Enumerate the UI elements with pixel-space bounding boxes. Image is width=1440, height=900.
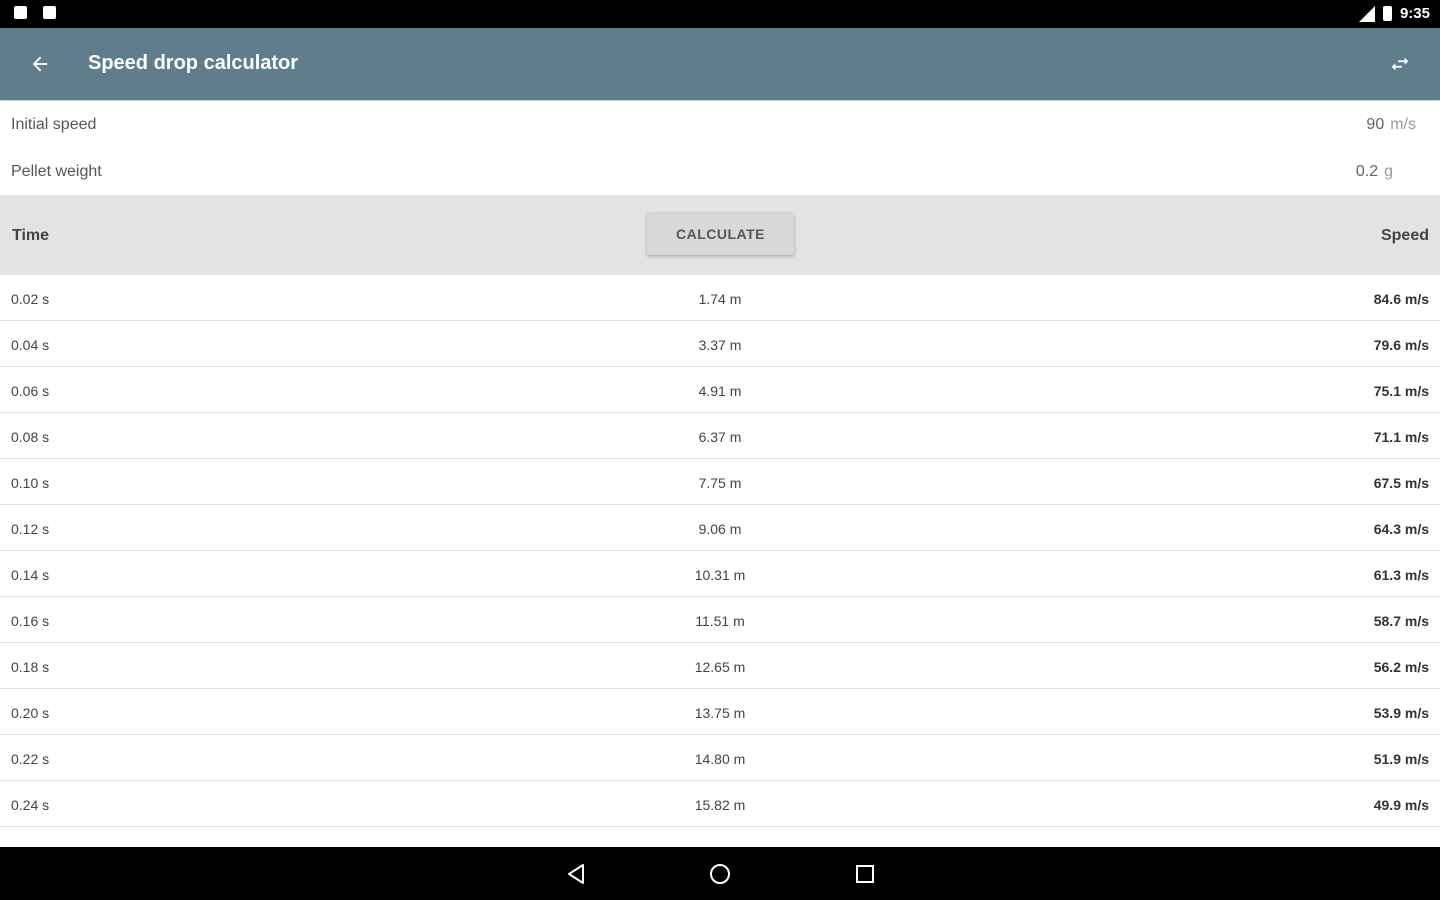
swap-units-button[interactable] <box>1380 44 1420 84</box>
initial-speed-label: Initial speed <box>11 116 97 133</box>
speed-cell: 75.1 m/s <box>1373 383 1429 399</box>
table-row: 0.18 s 12.65 m 56.2 m/s <box>0 643 1440 689</box>
notification-icon <box>14 6 27 19</box>
table-row: 0.12 s 9.06 m 64.3 m/s <box>0 505 1440 551</box>
speed-cell: 61.3 m/s <box>1373 567 1429 583</box>
pellet-weight-label: Pellet weight <box>11 163 102 180</box>
time-cell: 0.20 s <box>11 705 50 721</box>
column-header-speed: Speed <box>1380 227 1429 244</box>
drop-cell: 14.80 m <box>694 751 746 767</box>
swap-horiz-icon <box>1391 57 1409 71</box>
nav-recents-button[interactable] <box>848 857 882 891</box>
status-bar: 9:35 <box>0 0 1440 28</box>
column-header-time: Time <box>12 227 50 244</box>
triangle-back-icon <box>568 864 584 884</box>
results-list[interactable]: 0.02 s 1.74 m 84.6 m/s 0.04 s 3.37 m 79.… <box>0 275 1440 847</box>
table-row: 0.16 s 11.51 m 58.7 m/s <box>0 597 1440 643</box>
initial-speed-field[interactable]: 90 m/s <box>1366 116 1416 134</box>
status-time: 9:35 <box>1399 5 1430 22</box>
speed-cell: 84.6 m/s <box>1373 291 1429 307</box>
time-cell: 0.14 s <box>11 567 50 583</box>
pellet-weight-value: 0.2 <box>1355 163 1379 180</box>
table-row: 0.04 s 3.37 m 79.6 m/s <box>0 321 1440 367</box>
speed-cell: 51.9 m/s <box>1373 751 1429 767</box>
time-cell: 0.12 s <box>11 521 50 537</box>
time-cell: 0.16 s <box>11 613 50 629</box>
speed-cell: 79.6 m/s <box>1373 337 1429 353</box>
battery-icon <box>1382 6 1392 21</box>
status-right: 9:35 <box>1358 5 1430 22</box>
drop-cell: 9.06 m <box>698 521 742 537</box>
speed-cell: 71.1 m/s <box>1373 429 1429 445</box>
drop-cell: 13.75 m <box>694 705 746 721</box>
notification-icon <box>43 6 56 19</box>
time-cell: 0.02 s <box>11 291 50 307</box>
circle-home-icon <box>710 864 730 884</box>
initial-speed-unit: m/s <box>1390 116 1416 133</box>
initial-speed-value: 90 <box>1366 116 1385 133</box>
time-cell: 0.22 s <box>11 751 50 767</box>
nav-back-button[interactable] <box>559 857 593 891</box>
pellet-weight-field[interactable]: 0.2 g <box>1356 163 1393 181</box>
speed-cell: 53.9 m/s <box>1373 705 1429 721</box>
speed-cell: 58.7 m/s <box>1373 613 1429 629</box>
drop-cell: 12.65 m <box>694 659 746 675</box>
drop-cell: 7.75 m <box>698 475 742 491</box>
drop-cell: 11.51 m <box>695 613 745 629</box>
drop-cell: 4.91 m <box>698 383 742 399</box>
time-cell: 0.10 s <box>11 475 50 491</box>
table-row: 0.22 s 14.80 m 51.9 m/s <box>0 735 1440 781</box>
table-row: 0.02 s 1.74 m 84.6 m/s <box>0 275 1440 321</box>
drop-cell: 1.74 m <box>698 291 742 307</box>
app-bar: Speed drop calculator <box>0 28 1440 100</box>
speed-cell: 64.3 m/s <box>1373 521 1429 537</box>
initial-speed-row[interactable]: Initial speed 90 m/s <box>0 101 1440 149</box>
time-cell: 0.04 s <box>11 337 50 353</box>
calculate-button[interactable]: CALCULATE <box>647 213 794 255</box>
pellet-weight-row[interactable]: Pellet weight 0.2 g <box>0 148 1440 196</box>
time-cell: 0.24 s <box>11 797 50 813</box>
speed-cell: 56.2 m/s <box>1373 659 1429 675</box>
time-cell: 0.08 s <box>11 429 50 445</box>
table-row: 0.08 s 6.37 m 71.1 m/s <box>0 413 1440 459</box>
square-recents-icon <box>856 865 874 883</box>
notification-icons <box>14 6 56 19</box>
arrow-back-icon <box>32 56 48 72</box>
system-nav-bar <box>0 847 1440 900</box>
table-row: 0.24 s 15.82 m 49.9 m/s <box>0 781 1440 827</box>
table-row: 0.14 s 10.31 m 61.3 m/s <box>0 551 1440 597</box>
pellet-weight-unit: g <box>1384 163 1393 180</box>
speed-cell: 49.9 m/s <box>1373 797 1429 813</box>
drop-cell: 10.31 m <box>694 567 746 583</box>
drop-cell: 15.82 m <box>694 797 746 813</box>
time-cell: 0.18 s <box>11 659 50 675</box>
time-cell: 0.06 s <box>11 383 50 399</box>
signal-icon <box>1358 5 1375 22</box>
page-title: Speed drop calculator <box>88 52 299 74</box>
drop-cell: 6.37 m <box>698 429 742 445</box>
table-row: 0.06 s 4.91 m 75.1 m/s <box>0 367 1440 413</box>
table-row: 0.20 s 13.75 m 53.9 m/s <box>0 689 1440 735</box>
table-row: 0.10 s 7.75 m 67.5 m/s <box>0 459 1440 505</box>
back-button[interactable] <box>20 44 60 84</box>
nav-home-button[interactable] <box>703 857 737 891</box>
speed-cell: 67.5 m/s <box>1373 475 1429 491</box>
table-header: Time CALCULATE Speed <box>0 195 1440 275</box>
drop-cell: 3.37 m <box>698 337 742 353</box>
